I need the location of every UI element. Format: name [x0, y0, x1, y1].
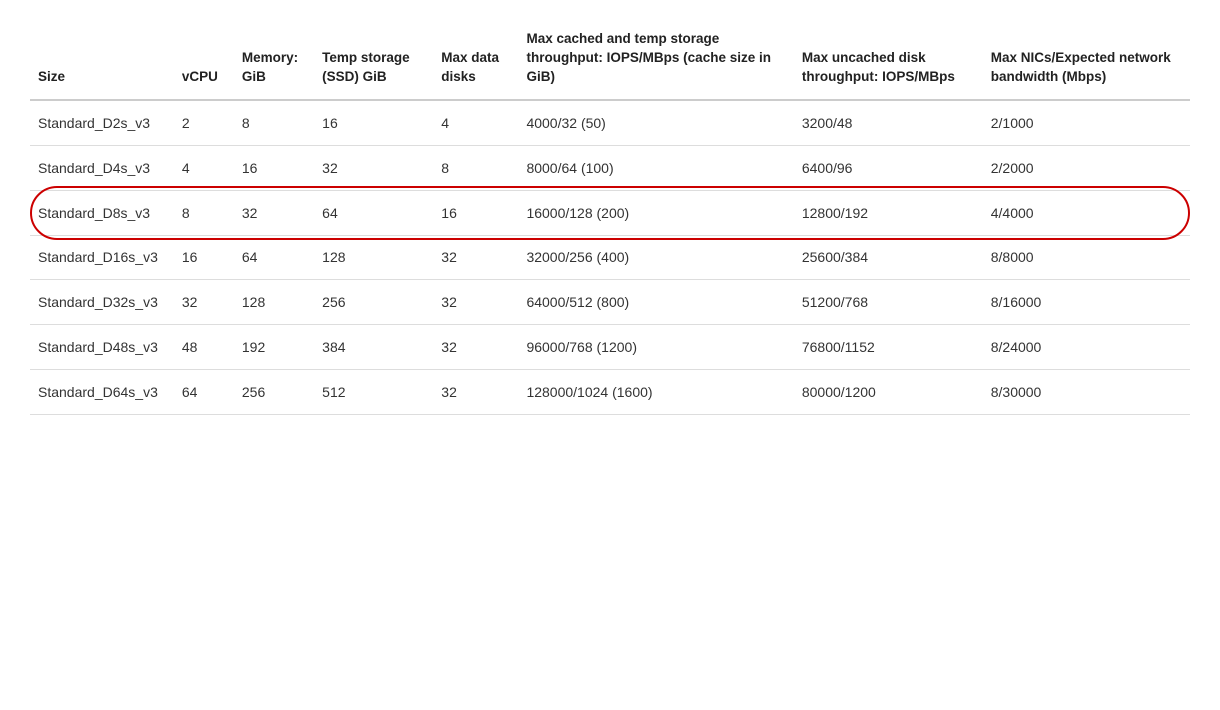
cell-size: Standard_D48s_v3 — [30, 325, 174, 370]
cell-max_cached: 32000/256 (400) — [518, 235, 793, 280]
cell-max_cached: 128000/1024 (1600) — [518, 370, 793, 415]
cell-vcpu: 8 — [174, 190, 234, 235]
col-header-temp-storage: Temp storage (SSD) GiB — [314, 20, 433, 100]
cell-vcpu: 4 — [174, 145, 234, 190]
cell-temp_storage: 128 — [314, 235, 433, 280]
cell-max_uncached: 25600/384 — [794, 235, 983, 280]
table-row: Standard_D16s_v316641283232000/256 (400)… — [30, 235, 1190, 280]
cell-max_uncached: 76800/1152 — [794, 325, 983, 370]
cell-temp_storage: 64 — [314, 190, 433, 235]
col-header-max-data-disks: Max data disks — [433, 20, 518, 100]
table-row: Standard_D4s_v34163288000/64 (100)6400/9… — [30, 145, 1190, 190]
cell-memory: 16 — [234, 145, 314, 190]
cell-vcpu: 32 — [174, 280, 234, 325]
cell-max_uncached: 80000/1200 — [794, 370, 983, 415]
cell-temp_storage: 32 — [314, 145, 433, 190]
col-header-vcpu: vCPU — [174, 20, 234, 100]
table-container: Size vCPU Memory:GiB Temp storage (SSD) … — [30, 20, 1190, 415]
cell-memory: 256 — [234, 370, 314, 415]
cell-max_cached: 8000/64 (100) — [518, 145, 793, 190]
cell-size: Standard_D16s_v3 — [30, 235, 174, 280]
cell-max_cached: 4000/32 (50) — [518, 100, 793, 146]
cell-max_uncached: 12800/192 — [794, 190, 983, 235]
cell-max_data_disks: 32 — [433, 325, 518, 370]
col-header-memory: Memory:GiB — [234, 20, 314, 100]
cell-temp_storage: 512 — [314, 370, 433, 415]
cell-temp_storage: 384 — [314, 325, 433, 370]
cell-max_cached: 16000/128 (200) — [518, 190, 793, 235]
table-header-row: Size vCPU Memory:GiB Temp storage (SSD) … — [30, 20, 1190, 100]
cell-size: Standard_D32s_v3 — [30, 280, 174, 325]
cell-max_data_disks: 4 — [433, 100, 518, 146]
cell-max_uncached: 3200/48 — [794, 100, 983, 146]
cell-max_data_disks: 32 — [433, 235, 518, 280]
table-row: Standard_D32s_v3321282563264000/512 (800… — [30, 280, 1190, 325]
col-header-max-nics: Max NICs/Expected network bandwidth (Mbp… — [983, 20, 1190, 100]
cell-max_nics: 8/24000 — [983, 325, 1190, 370]
cell-max_cached: 64000/512 (800) — [518, 280, 793, 325]
cell-max_uncached: 51200/768 — [794, 280, 983, 325]
col-header-max-cached: Max cached and temp storage throughput: … — [518, 20, 793, 100]
table-row: Standard_D64s_v36425651232128000/1024 (1… — [30, 370, 1190, 415]
cell-max_data_disks: 16 — [433, 190, 518, 235]
cell-max_data_disks: 32 — [433, 370, 518, 415]
cell-temp_storage: 256 — [314, 280, 433, 325]
cell-size: Standard_D8s_v3 — [30, 190, 174, 235]
cell-vcpu: 48 — [174, 325, 234, 370]
cell-max_nics: 8/8000 — [983, 235, 1190, 280]
cell-vcpu: 16 — [174, 235, 234, 280]
cell-max_data_disks: 8 — [433, 145, 518, 190]
cell-max_nics: 8/30000 — [983, 370, 1190, 415]
cell-vcpu: 2 — [174, 100, 234, 146]
table-row: Standard_D2s_v3281644000/32 (50)3200/482… — [30, 100, 1190, 146]
col-header-size: Size — [30, 20, 174, 100]
vm-sizes-table: Size vCPU Memory:GiB Temp storage (SSD) … — [30, 20, 1190, 415]
cell-memory: 32 — [234, 190, 314, 235]
cell-memory: 192 — [234, 325, 314, 370]
cell-max_data_disks: 32 — [433, 280, 518, 325]
table-row: Standard_D48s_v3481923843296000/768 (120… — [30, 325, 1190, 370]
cell-max_cached: 96000/768 (1200) — [518, 325, 793, 370]
cell-max_uncached: 6400/96 — [794, 145, 983, 190]
table-row: Standard_D8s_v3832641616000/128 (200)128… — [30, 190, 1190, 235]
col-header-max-uncached: Max uncached disk throughput: IOPS/MBps — [794, 20, 983, 100]
cell-size: Standard_D64s_v3 — [30, 370, 174, 415]
cell-temp_storage: 16 — [314, 100, 433, 146]
cell-max_nics: 2/1000 — [983, 100, 1190, 146]
cell-vcpu: 64 — [174, 370, 234, 415]
cell-max_nics: 4/4000 — [983, 190, 1190, 235]
cell-max_nics: 2/2000 — [983, 145, 1190, 190]
cell-memory: 64 — [234, 235, 314, 280]
cell-size: Standard_D4s_v3 — [30, 145, 174, 190]
cell-max_nics: 8/16000 — [983, 280, 1190, 325]
cell-memory: 8 — [234, 100, 314, 146]
cell-memory: 128 — [234, 280, 314, 325]
cell-size: Standard_D2s_v3 — [30, 100, 174, 146]
